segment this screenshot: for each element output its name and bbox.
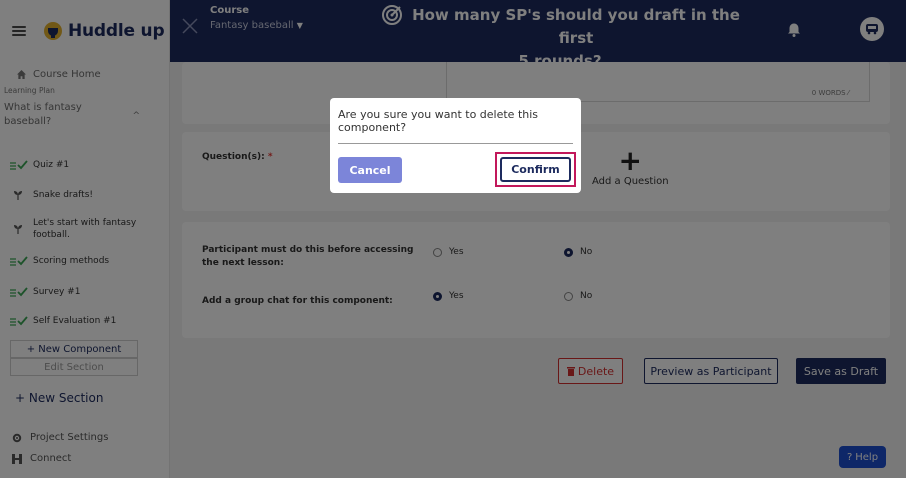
confirm-button[interactable]: Confirm [500, 157, 571, 182]
modal-backdrop[interactable] [0, 0, 906, 478]
dialog-divider [338, 143, 573, 144]
delete-confirmation-dialog: Are you sure you want to delete this com… [330, 98, 581, 193]
cancel-button[interactable]: Cancel [338, 157, 402, 183]
dialog-message: Are you sure you want to delete this com… [338, 108, 539, 134]
